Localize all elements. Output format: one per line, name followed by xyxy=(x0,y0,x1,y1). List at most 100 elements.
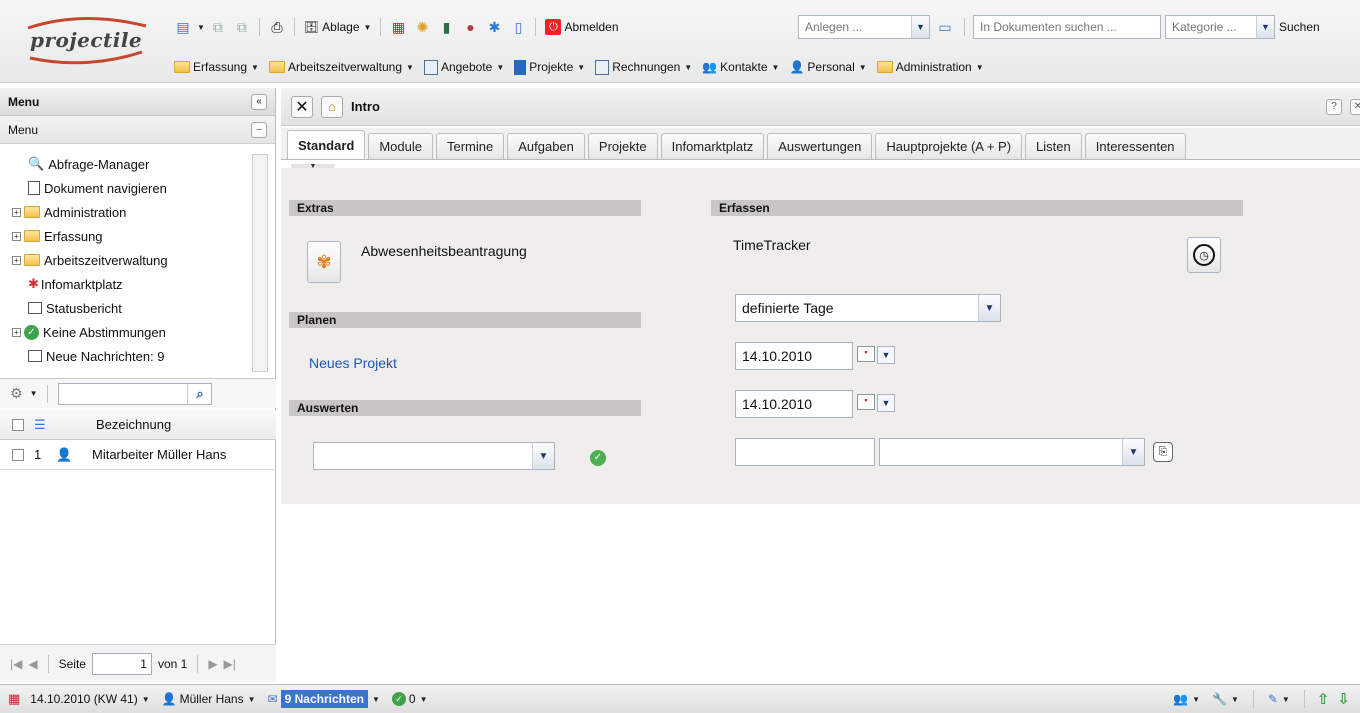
tree-item-administration[interactable]: + Administration xyxy=(0,200,276,224)
expand-icon[interactable]: + xyxy=(12,327,21,337)
tab-termine[interactable]: Termine xyxy=(435,133,505,159)
abwesenheit-button[interactable]: ✾ xyxy=(307,241,341,283)
chevron-down-icon[interactable]: ▼ xyxy=(532,443,554,469)
doc-search-input[interactable]: In Dokumenten suchen ... xyxy=(973,15,1161,39)
edit-button[interactable]: ✎ ▼ xyxy=(1266,688,1292,710)
last-page-icon[interactable]: ▶| xyxy=(224,657,236,671)
calendar-picker-icon[interactable]: ▪ xyxy=(857,346,875,362)
tab-auswertungen[interactable]: Auswertungen xyxy=(767,133,873,159)
tree-item-arbeitszeitverwaltung[interactable]: + Arbeitszeitverwaltung xyxy=(0,248,276,272)
users-button[interactable]: 👥 ▼ xyxy=(1171,688,1202,710)
paste-icon[interactable]: ⧉ xyxy=(231,16,253,38)
menu-personal[interactable]: 👤 Personal ▼ xyxy=(787,56,868,78)
arrow-down-icon[interactable]: ⇩ xyxy=(1337,690,1350,708)
menu-erfassung[interactable]: Erfassung ▼ xyxy=(172,56,261,78)
menu-administration[interactable]: Administration ▼ xyxy=(875,56,986,78)
row-checkbox[interactable] xyxy=(12,448,24,461)
collapse-icon[interactable]: « xyxy=(251,93,267,110)
date-week-button[interactable]: 14.10.2010 (KW 41) ▼ xyxy=(28,688,151,710)
kategorie-combo[interactable]: Kategorie ... ▼ xyxy=(1165,15,1275,39)
prev-page-icon[interactable]: ◀ xyxy=(28,657,37,671)
expand-icon[interactable]: + xyxy=(12,231,21,241)
menu-projekte[interactable]: Projekte ▼ xyxy=(512,56,587,78)
chevron-down-icon[interactable]: ▼ xyxy=(978,295,1000,321)
select-all-checkbox[interactable] xyxy=(12,418,24,431)
chevron-down-icon[interactable]: ▼ xyxy=(877,346,895,364)
new-document-icon[interactable]: ▭ xyxy=(934,16,956,38)
home-icon[interactable]: ⌂ xyxy=(321,95,343,118)
menu-rechnungen[interactable]: Rechnungen ▼ xyxy=(593,56,694,78)
next-page-icon[interactable]: ▶ xyxy=(208,657,217,671)
auswerten-select[interactable]: ▼ xyxy=(313,442,555,470)
timetracker-button[interactable]: ◷ xyxy=(1187,237,1221,273)
tools-button[interactable]: 🔧 ▼ xyxy=(1210,688,1241,710)
list-search-input[interactable]: ⌕ xyxy=(58,382,213,405)
menu-kontakte[interactable]: 👥 Kontakte ▼ xyxy=(700,56,781,78)
timetracker-input[interactable] xyxy=(735,438,875,466)
archive-icon: 🗄 xyxy=(303,20,320,34)
tree-item-keine-abstimmungen[interactable]: + ✓ Keine Abstimmungen xyxy=(0,320,276,344)
check-circle-icon[interactable]: ✓ xyxy=(590,450,606,466)
close-icon[interactable]: ✕ xyxy=(291,95,313,118)
tab-hauptprojekte[interactable]: Hauptprojekte (A + P) xyxy=(875,133,1023,159)
help-icon[interactable]: ? xyxy=(1326,98,1342,115)
tab-infomarktplatz[interactable]: Infomarktplatz xyxy=(660,133,765,159)
tree-item-statusbericht[interactable]: Statusbericht xyxy=(0,296,276,320)
print-icon[interactable]: ⎙ xyxy=(266,16,288,38)
table-row[interactable]: 1 👤 Mitarbeiter Müller Hans xyxy=(0,440,276,470)
abwesenheit-label[interactable]: Abwesenheitsbeantragung xyxy=(361,243,527,259)
abmelden-button[interactable]: ⏻ Abmelden xyxy=(542,16,621,38)
gear-icon[interactable]: ⚙ xyxy=(10,385,23,402)
search-icon[interactable]: ⌕ xyxy=(187,383,211,404)
expand-icon[interactable]: + xyxy=(12,255,21,265)
network-icon[interactable]: ✱ xyxy=(483,16,505,38)
tab-projekte[interactable]: Projekte xyxy=(587,133,658,159)
chevron-down-icon[interactable]: ▼ xyxy=(877,394,895,412)
tab-listen[interactable]: Listen xyxy=(1025,133,1082,159)
copy-icon[interactable]: ⧉ xyxy=(207,16,229,38)
user-button[interactable]: 👤 Müller Hans ▼ xyxy=(160,688,258,710)
mail-icon: ✉ xyxy=(267,692,278,706)
tab-module[interactable]: Module xyxy=(368,133,433,159)
calendar-icon[interactable]: ▦ xyxy=(387,16,409,38)
tree-item-neue-nachrichten[interactable]: Neue Nachrichten: 9 xyxy=(0,344,276,368)
window-icon[interactable]: ▤ xyxy=(172,16,194,38)
contacts-icon[interactable]: ● xyxy=(459,16,481,38)
messages-button[interactable]: ✉ 9 Nachrichten ▼ xyxy=(266,688,382,710)
anlegen-combo[interactable]: Anlegen ... ▼ xyxy=(798,15,930,39)
timetracker-select[interactable]: ▼ xyxy=(879,438,1145,466)
neues-projekt-link[interactable]: Neues Projekt xyxy=(309,355,397,371)
menu-arbeitszeitverwaltung[interactable]: Arbeitszeitverwaltung ▼ xyxy=(267,56,416,78)
menu-angebote[interactable]: Angebote ▼ xyxy=(422,56,506,78)
invoice-icon xyxy=(595,59,610,75)
clock-icon[interactable]: ✺ xyxy=(411,16,433,38)
page-input[interactable]: 1 xyxy=(91,652,152,675)
projectile-logo: projectile xyxy=(22,14,152,66)
tab-interessenten[interactable]: Interessenten xyxy=(1084,133,1186,159)
tree-item-abfrage-manager[interactable]: 🔍 Abfrage-Manager xyxy=(0,152,276,176)
arrow-up-icon[interactable]: ⇧ xyxy=(1317,690,1330,708)
chevron-down-icon[interactable]: ▼ xyxy=(1256,16,1274,38)
suchen-button[interactable]: Suchen xyxy=(1279,20,1320,34)
minimize-icon[interactable]: – xyxy=(251,121,267,138)
tab-aufgaben[interactable]: Aufgaben xyxy=(507,133,585,159)
period-select[interactable]: definierte Tage ▼ xyxy=(735,294,1001,322)
document-icon[interactable]: ▯ xyxy=(507,16,529,38)
tree-item-dokument-navigieren[interactable]: Dokument navigieren xyxy=(0,176,276,200)
first-page-icon[interactable]: |◀ xyxy=(10,657,22,671)
close-window-icon[interactable]: ✕ xyxy=(1350,98,1360,115)
tree-item-erfassung[interactable]: + Erfassung xyxy=(0,224,276,248)
expand-icon[interactable]: + xyxy=(12,207,21,217)
chevron-down-icon[interactable]: ▼ xyxy=(1122,439,1144,465)
tree-scrollbar[interactable] xyxy=(252,154,268,372)
tree-item-infomarktplatz[interactable]: ✱ Infomarktplatz xyxy=(0,272,276,296)
book-icon[interactable]: ▮ xyxy=(435,16,457,38)
date-to-field[interactable]: 14.10.2010 xyxy=(735,390,853,418)
apply-icon[interactable]: ⎘ xyxy=(1153,442,1173,462)
abstimmungen-button[interactable]: ✓ 0 ▼ xyxy=(390,688,430,710)
calendar-picker-icon[interactable]: ▪ xyxy=(857,394,875,410)
tab-standard[interactable]: Standard xyxy=(287,130,366,159)
chevron-down-icon[interactable]: ▼ xyxy=(911,16,929,38)
ablage-button[interactable]: 🗄 Ablage ▼ xyxy=(301,16,375,38)
date-from-field[interactable]: 14.10.2010 xyxy=(735,342,853,370)
